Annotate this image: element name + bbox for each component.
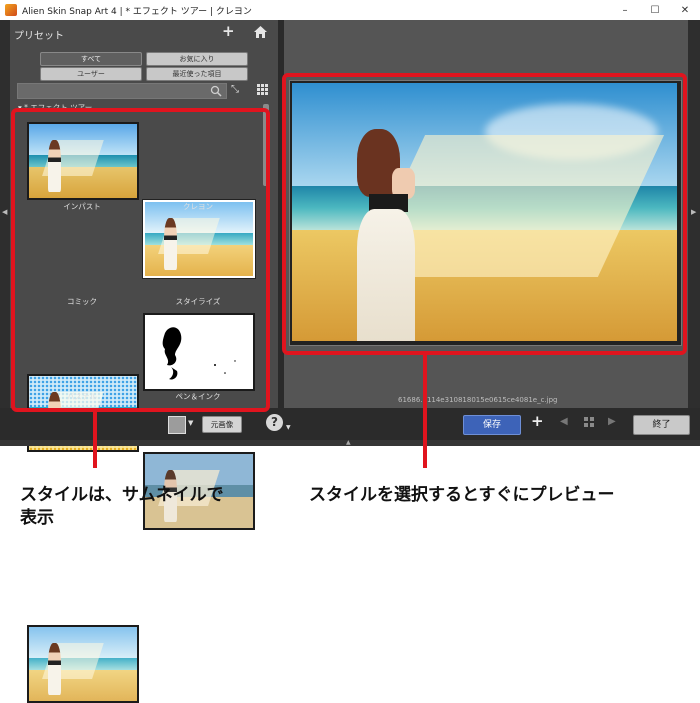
chevron-down-icon[interactable]: ▼ (188, 419, 193, 427)
compare-grid-icon[interactable] (584, 417, 594, 427)
collapse-bottom-icon[interactable]: ▲ (346, 439, 351, 446)
app-logo-icon (5, 4, 17, 16)
annotation-thumbnails-line2: 表示 (20, 508, 54, 528)
search-icon (210, 85, 222, 97)
filter-favorites-button[interactable]: お気に入り (146, 52, 248, 66)
annotation-thumbnails-line1: スタイルは、サムネイルで (20, 485, 224, 505)
callout-line-right (423, 352, 427, 468)
preset-title: プリセット (14, 31, 64, 42)
help-icon[interactable]: ? (266, 414, 283, 431)
thumbnails-highlight-box (11, 108, 270, 412)
window-title: Alien Skin Snap Art 4 | * エフェクト ツアー | クレ… (22, 7, 252, 17)
bottom-toolbar (0, 408, 700, 440)
exit-button[interactable]: 終了 (633, 415, 690, 435)
maximize-button[interactable]: ☐ (640, 0, 670, 20)
collapse-left-icon[interactable]: ◀ (2, 208, 7, 216)
save-button[interactable]: 保存 (463, 415, 521, 435)
preview-filename: 61686.5114e310818015e0615ce4081e_c.jpg (398, 396, 558, 404)
right-collapse-strip[interactable]: ▶ (688, 20, 700, 408)
collapse-all-icon[interactable]: ⤡ (231, 84, 239, 95)
filter-user-button[interactable]: ユーザー (40, 67, 142, 81)
grid-view-icon[interactable] (257, 84, 268, 95)
close-button[interactable]: ✕ (670, 0, 700, 20)
arrow-left-icon[interactable]: ◀ (560, 416, 568, 427)
background-color-swatch[interactable] (168, 416, 186, 434)
original-image-button[interactable]: 元画像 (202, 416, 242, 433)
add-preset-button[interactable]: + (222, 22, 235, 40)
annotation-preview: スタイルを選択するとすぐにプレビュー (309, 485, 615, 505)
home-icon[interactable] (254, 26, 267, 38)
thumbnail-pastel[interactable] (27, 625, 139, 703)
filter-all-button[interactable]: すべて (40, 52, 142, 66)
preset-search-input[interactable] (17, 83, 227, 99)
left-collapse-strip[interactable]: ◀ (0, 20, 10, 408)
add-button[interactable]: + (531, 412, 544, 430)
filter-recent-button[interactable]: 最近使った項目 (146, 67, 248, 81)
minimize-button[interactable]: – (610, 0, 640, 20)
arrow-right-icon[interactable]: ▶ (608, 416, 616, 427)
callout-line-left (93, 410, 97, 468)
collapse-right-icon[interactable]: ▶ (691, 208, 696, 216)
chevron-down-icon[interactable]: ▼ (286, 424, 291, 431)
preview-highlight-box (282, 73, 687, 355)
